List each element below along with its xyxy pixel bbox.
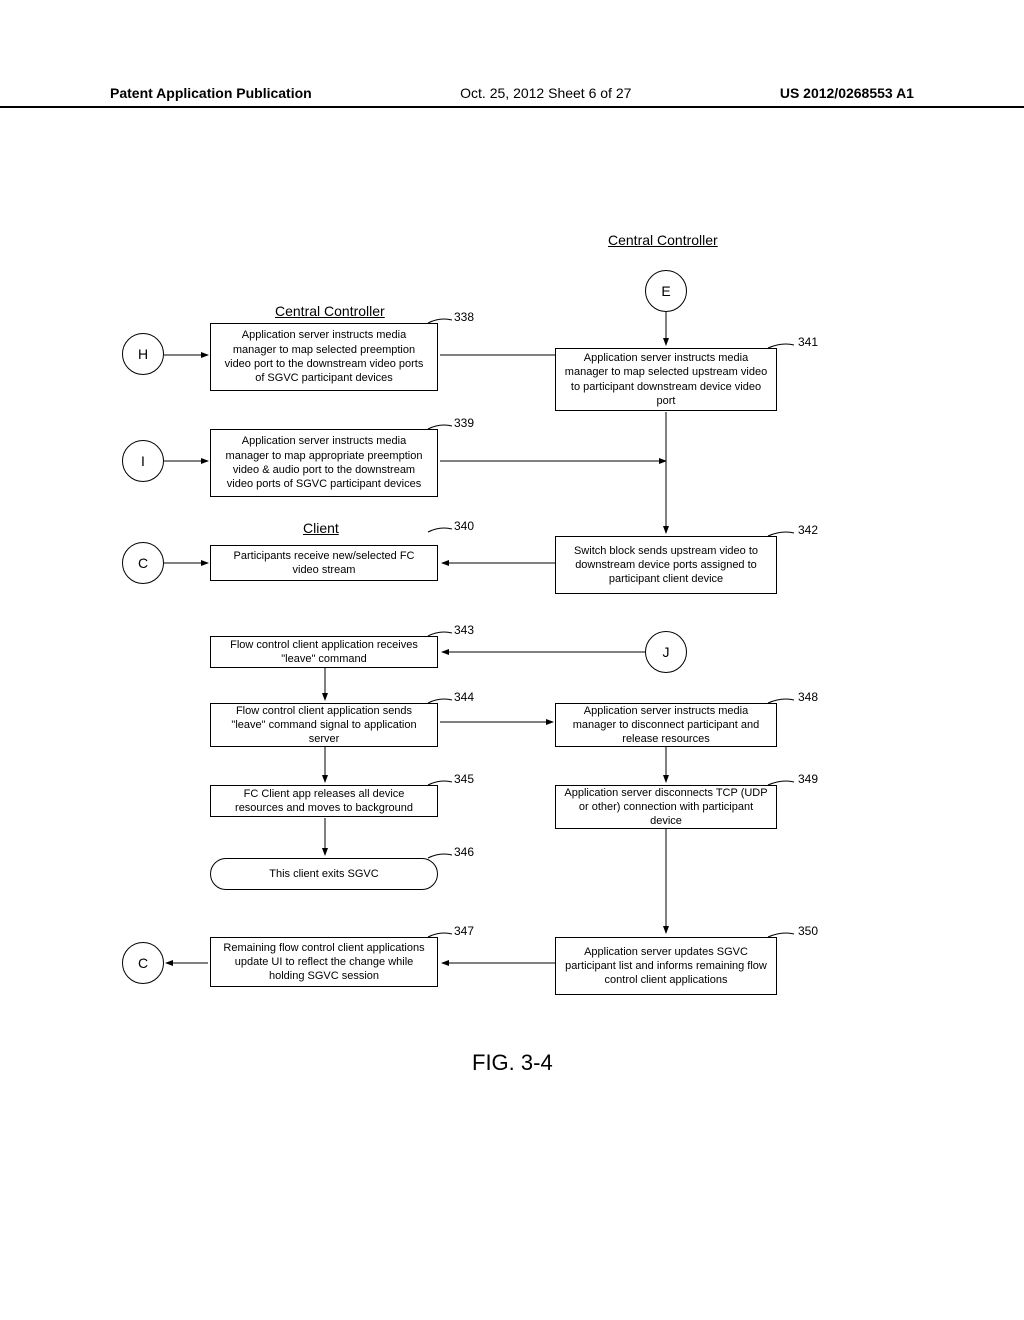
box-349: Application server disconnects TCP (UDP … [555,785,777,829]
terminator-346: This client exits SGVC [210,858,438,890]
ref-340: 340 [454,519,474,533]
connector-e: E [645,270,687,312]
ref-346: 346 [454,845,474,859]
box-347: Remaining flow control client applicatio… [210,937,438,987]
box-343: Flow control client application receives… [210,636,438,668]
connector-j: J [645,631,687,673]
title-central-controller-left: Central Controller [275,303,385,319]
header-center: Oct. 25, 2012 Sheet 6 of 27 [460,85,631,101]
box-339: Application server instructs media manag… [210,429,438,497]
ref-348: 348 [798,690,818,704]
figure-label: FIG. 3-4 [472,1050,553,1076]
ref-338: 338 [454,310,474,324]
ref-349: 349 [798,772,818,786]
title-central-controller-right: Central Controller [608,232,718,248]
ref-341: 341 [798,335,818,349]
connector-h: H [122,333,164,375]
connector-c2: C [122,942,164,984]
box-345: FC Client app releases all device resour… [210,785,438,817]
box-340: Participants receive new/selected FC vid… [210,545,438,581]
ref-339: 339 [454,416,474,430]
ref-343: 343 [454,623,474,637]
flowchart-diagram: Central Controller Central Controller Cl… [110,220,914,1070]
header-right: US 2012/0268553 A1 [780,85,914,101]
ref-344: 344 [454,690,474,704]
box-348: Application server instructs media manag… [555,703,777,747]
ref-345: 345 [454,772,474,786]
box-350: Application server updates SGVC particip… [555,937,777,995]
header-left: Patent Application Publication [110,85,312,101]
box-341: Application server instructs media manag… [555,348,777,411]
title-client: Client [303,520,339,536]
ref-342: 342 [798,523,818,537]
box-342: Switch block sends upstream video to dow… [555,536,777,594]
connector-i: I [122,440,164,482]
connector-c1: C [122,542,164,584]
box-344: Flow control client application sends "l… [210,703,438,747]
box-338: Application server instructs media manag… [210,323,438,391]
ref-347: 347 [454,924,474,938]
ref-350: 350 [798,924,818,938]
